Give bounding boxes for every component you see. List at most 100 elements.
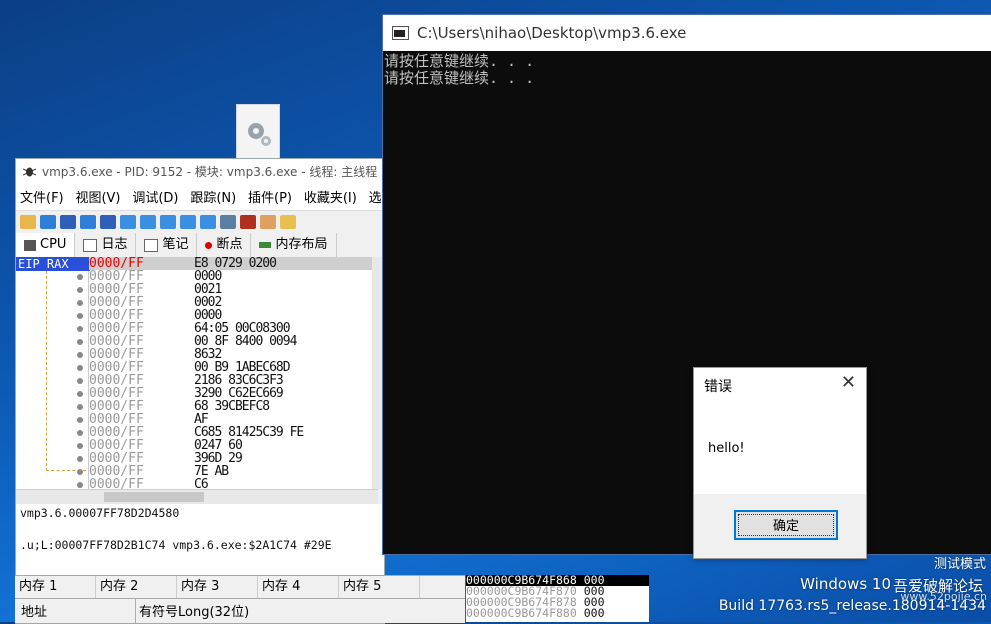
disassembly-horizontal-scrollbar[interactable] — [16, 489, 378, 504]
breakpoint-dot[interactable] — [77, 469, 83, 475]
build-label: Build 17763.rs5_release.180914-1434 — [718, 598, 986, 614]
debugger-title-bar[interactable]: vmp3.6.exe - PID: 9152 - 模块: vmp3.6.exe … — [16, 159, 384, 186]
debugger-tabs: CPU 日志 笔记 断点 内存布局 — [16, 233, 384, 258]
bug-icon — [23, 167, 36, 177]
menu-favorites[interactable]: 收藏夹(I) — [304, 191, 357, 206]
debugger-title: vmp3.6.exe - PID: 9152 - 模块: vmp3.6.exe … — [42, 165, 384, 179]
breakpoint-dot[interactable] — [77, 365, 83, 371]
debugger-window[interactable]: vmp3.6.exe - PID: 9152 - 模块: vmp3.6.exe … — [15, 158, 385, 624]
cpu-icon — [24, 239, 36, 251]
dump-header-type[interactable]: 有符号Long(32位) — [139, 601, 249, 620]
log-icon — [83, 238, 98, 252]
bytes-column: E8 0729 0200 0000 0021 0002 0000 64:05 00C083… — [194, 257, 304, 489]
console-line: 请按任意键继续. . . — [384, 52, 535, 70]
run-to-user-code-icon[interactable] — [220, 215, 236, 229]
breakpoint-dot[interactable] — [77, 339, 83, 345]
dialog-footer: 确定 — [694, 494, 866, 558]
breakpoint-dot[interactable] — [77, 404, 83, 410]
disasm-bytes[interactable]: 7E AB — [194, 465, 303, 478]
breakpoint-dot[interactable] — [77, 313, 83, 319]
memory-map-icon — [259, 242, 272, 248]
trace-into-icon[interactable] — [160, 215, 176, 229]
stack-view[interactable]: 000000C9B674F868 000 000000C9B674F870 00… — [466, 575, 649, 622]
tab-breakpoints[interactable]: 断点 — [197, 233, 252, 257]
breakpoint-dot[interactable] — [77, 300, 83, 306]
menu-file[interactable]: 文件(F) — [20, 191, 64, 206]
restart-icon[interactable] — [40, 215, 56, 229]
windows-version-label: Windows 10 — [800, 575, 891, 593]
scylla-icon[interactable] — [240, 215, 256, 229]
pause-icon[interactable] — [100, 215, 116, 229]
notes-icon — [144, 238, 159, 252]
dump-header-address[interactable]: 地址 — [21, 601, 47, 620]
breakpoint-dot[interactable] — [77, 456, 83, 462]
trace-over-icon[interactable] — [180, 215, 196, 229]
breakpoint-dot[interactable] — [77, 352, 83, 358]
settings-file-icon[interactable] — [236, 104, 280, 160]
dump-header: 地址 有符号Long(32位) — [15, 598, 465, 623]
breakpoint-dot[interactable] — [77, 391, 83, 397]
jump-line — [46, 271, 48, 471]
tab-memory-map[interactable]: 内存布局 — [251, 233, 337, 257]
disasm-bytes[interactable]: 68 39CBEFC8 — [194, 400, 303, 413]
tab-memory-map-label: 内存布局 — [275, 237, 328, 252]
dialog-message: hello! — [708, 441, 745, 456]
tab-dump-2[interactable]: 内存 2 — [96, 576, 177, 598]
tab-cpu[interactable]: CPU — [16, 233, 76, 257]
menu-options[interactable]: 选 — [369, 191, 382, 206]
comments-icon[interactable] — [280, 215, 296, 229]
patch-icon[interactable] — [260, 215, 276, 229]
info-panel: vmp3.6.00007FF78D2D4580 .u;L:00007FF78D2… — [16, 504, 384, 578]
scrollbar-thumb[interactable] — [104, 492, 204, 502]
console-icon — [392, 26, 409, 40]
ok-button[interactable]: 确定 — [734, 510, 838, 540]
tab-dump-5[interactable]: 内存 5 — [339, 576, 420, 598]
console-title: C:\Users\nihao\Desktop\vmp3.6.exe — [417, 24, 687, 42]
dump-tabs: 内存 1 内存 2 内存 3 内存 4 内存 5 — [15, 575, 465, 598]
breakpoint-dot[interactable] — [77, 417, 83, 423]
eip-marker: EIP RAX — [16, 257, 90, 271]
debugger-toolbar — [16, 210, 384, 233]
debugger-menubar: 文件(F) 视图(V) 调试(D) 跟踪(N) 插件(P) 收藏夹(I) 选 — [16, 186, 384, 210]
console-output: 请按任意键继续. . . 请按任意键继续. . . — [383, 51, 991, 89]
breakpoint-dot[interactable] — [77, 430, 83, 436]
breakpoint-dot[interactable] — [77, 326, 83, 332]
breakpoint-dot[interactable] — [77, 443, 83, 449]
console-line: 请按任意键继续. . . — [384, 69, 535, 87]
step-over-icon[interactable] — [140, 215, 156, 229]
console-title-bar[interactable]: C:\Users\nihao\Desktop\vmp3.6.exe — [383, 15, 991, 51]
breakpoint-dot[interactable] — [77, 482, 83, 488]
step-into-icon[interactable] — [120, 215, 136, 229]
tab-dump-3[interactable]: 内存 3 — [177, 576, 258, 598]
close-icon[interactable]: ✕ — [841, 372, 856, 393]
tab-cpu-label: CPU — [40, 237, 67, 252]
disasm-bytes[interactable]: C6 — [194, 478, 303, 489]
breakpoint-dot[interactable] — [77, 287, 83, 293]
tab-notes-label: 笔记 — [162, 237, 189, 252]
tab-dump-1[interactable]: 内存 1 — [15, 576, 96, 598]
tab-dump-4[interactable]: 内存 4 — [258, 576, 339, 598]
disasm-address[interactable]: 0000/FF — [89, 478, 159, 489]
test-mode-label: 测试模式 — [933, 557, 986, 572]
menu-debug[interactable]: 调试(D) — [132, 191, 178, 206]
error-dialog[interactable]: 错误 ✕ hello! 确定 — [693, 367, 867, 559]
stack-row[interactable]: 000000C9B674F880 000 — [466, 607, 649, 619]
console-window[interactable]: C:\Users\nihao\Desktop\vmp3.6.exe 请按任意键继… — [382, 14, 991, 555]
menu-trace[interactable]: 跟踪(N) — [190, 191, 236, 206]
tab-log-label: 日志 — [101, 237, 128, 252]
tab-log[interactable]: 日志 — [75, 233, 137, 257]
tab-breakpoints-label: 断点 — [216, 237, 243, 252]
breakpoint-icon — [205, 241, 213, 249]
menu-plugins[interactable]: 插件(P) — [248, 191, 292, 206]
open-icon[interactable] — [20, 215, 36, 229]
info-line-1: vmp3.6.00007FF78D2D4580 — [20, 506, 180, 520]
breakpoint-dot[interactable] — [77, 378, 83, 384]
menu-view[interactable]: 视图(V) — [75, 191, 120, 206]
tab-notes[interactable]: 笔记 — [136, 233, 198, 257]
disassembly-view[interactable]: EIP RAX 0000/FF 0000/FF 0000/FF 0000/FF 0000… — [16, 257, 378, 489]
run-icon[interactable] — [80, 215, 96, 229]
execute-till-return-icon[interactable] — [200, 215, 216, 229]
breakpoint-dot[interactable] — [77, 274, 83, 280]
stop-icon[interactable] — [60, 215, 76, 229]
info-line-2: .u;L:00007FF78D2B1C74 vmp3.6.exe:$2A1C74… — [20, 538, 332, 552]
